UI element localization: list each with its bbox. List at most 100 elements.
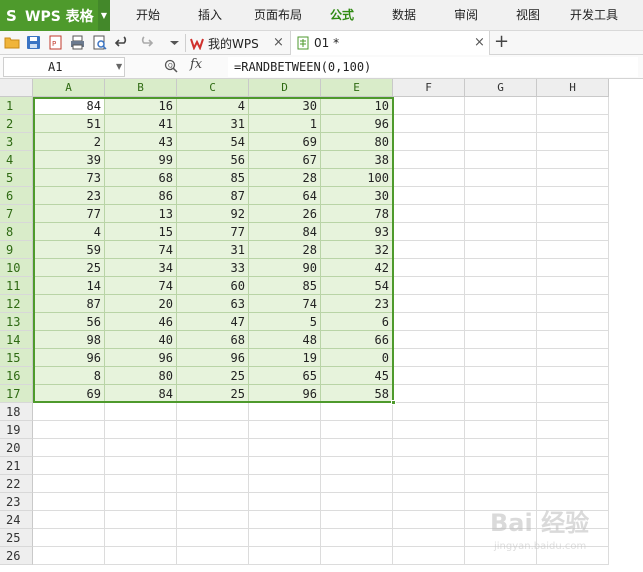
cell-c23[interactable] [177,493,249,511]
undo-icon[interactable] [114,34,131,51]
cell-e25[interactable] [321,529,393,547]
row-header[interactable]: 3 [0,133,33,151]
menu-data[interactable]: 数据 [380,0,428,31]
row-header[interactable]: 11 [0,277,33,295]
cell-a2[interactable]: 51 [33,115,105,133]
cell-a13[interactable]: 56 [33,313,105,331]
formula-input[interactable]: =RANDBETWEEN(0,100) [228,57,638,77]
cell-h20[interactable] [537,439,609,457]
cell-b11[interactable]: 74 [105,277,177,295]
select-all-corner[interactable] [0,79,33,97]
cell-d10[interactable]: 90 [249,259,321,277]
cell-d12[interactable]: 74 [249,295,321,313]
cell-f5[interactable] [393,169,465,187]
cell-e17[interactable]: 58 [321,385,393,403]
cell-f9[interactable] [393,241,465,259]
cell-e11[interactable]: 54 [321,277,393,295]
cell-a16[interactable]: 8 [33,367,105,385]
name-box[interactable]: A1 [3,57,125,77]
row-header[interactable]: 8 [0,223,33,241]
cell-d5[interactable]: 28 [249,169,321,187]
cell-a14[interactable]: 98 [33,331,105,349]
cell-c26[interactable] [177,547,249,565]
cell-c2[interactable]: 31 [177,115,249,133]
cell-h16[interactable] [537,367,609,385]
cell-g14[interactable] [465,331,537,349]
row-header[interactable]: 17 [0,385,33,403]
app-menu-caret-icon[interactable]: ▼ [98,0,110,31]
cell-d24[interactable] [249,511,321,529]
cell-b6[interactable]: 86 [105,187,177,205]
cell-d8[interactable]: 84 [249,223,321,241]
cell-a10[interactable]: 25 [33,259,105,277]
cell-f4[interactable] [393,151,465,169]
cell-e1[interactable]: 10 [321,97,393,115]
cell-e12[interactable]: 23 [321,295,393,313]
row-header[interactable]: 1 [0,97,33,115]
cell-e13[interactable]: 6 [321,313,393,331]
cell-a11[interactable]: 14 [33,277,105,295]
cell-g9[interactable] [465,241,537,259]
cell-a3[interactable]: 2 [33,133,105,151]
cell-d2[interactable]: 1 [249,115,321,133]
row-header[interactable]: 13 [0,313,33,331]
cell-b4[interactable]: 99 [105,151,177,169]
cell-h5[interactable] [537,169,609,187]
cell-d23[interactable] [249,493,321,511]
cell-a7[interactable]: 77 [33,205,105,223]
cell-d16[interactable]: 65 [249,367,321,385]
cell-b21[interactable] [105,457,177,475]
cell-c1[interactable]: 4 [177,97,249,115]
cell-g7[interactable] [465,205,537,223]
cell-b3[interactable]: 43 [105,133,177,151]
cell-f23[interactable] [393,493,465,511]
column-header-c[interactable]: C [177,79,249,97]
cell-f22[interactable] [393,475,465,493]
cell-h22[interactable] [537,475,609,493]
cell-h18[interactable] [537,403,609,421]
cell-g11[interactable] [465,277,537,295]
cell-a9[interactable]: 59 [33,241,105,259]
cell-e4[interactable]: 38 [321,151,393,169]
cell-d3[interactable]: 69 [249,133,321,151]
cell-b16[interactable]: 80 [105,367,177,385]
cell-d26[interactable] [249,547,321,565]
cell-f8[interactable] [393,223,465,241]
cell-f21[interactable] [393,457,465,475]
cell-g6[interactable] [465,187,537,205]
row-header[interactable]: 9 [0,241,33,259]
column-header-a[interactable]: A [33,79,105,97]
cell-e2[interactable]: 96 [321,115,393,133]
cell-b20[interactable] [105,439,177,457]
cell-g20[interactable] [465,439,537,457]
cell-e15[interactable]: 0 [321,349,393,367]
cell-b7[interactable]: 13 [105,205,177,223]
cell-f19[interactable] [393,421,465,439]
add-tab-button[interactable]: + [494,31,509,55]
cell-e19[interactable] [321,421,393,439]
cell-a24[interactable] [33,511,105,529]
cell-f16[interactable] [393,367,465,385]
cell-c25[interactable] [177,529,249,547]
cell-e24[interactable] [321,511,393,529]
cell-c16[interactable]: 25 [177,367,249,385]
cell-f11[interactable] [393,277,465,295]
fill-handle[interactable] [391,400,396,405]
redo-icon[interactable] [137,34,154,51]
cell-c12[interactable]: 63 [177,295,249,313]
cell-c3[interactable]: 54 [177,133,249,151]
save-icon[interactable] [25,34,42,51]
cell-g16[interactable] [465,367,537,385]
cell-h1[interactable] [537,97,609,115]
cell-e7[interactable]: 78 [321,205,393,223]
open-folder-icon[interactable] [4,34,21,51]
cell-b9[interactable]: 74 [105,241,177,259]
row-header[interactable]: 2 [0,115,33,133]
cell-d1[interactable]: 30 [249,97,321,115]
menu-insert[interactable]: 插入 [186,0,234,31]
cell-f10[interactable] [393,259,465,277]
row-header[interactable]: 25 [0,529,33,547]
menu-page-layout[interactable]: 页面布局 [244,0,312,31]
cell-h3[interactable] [537,133,609,151]
cell-c15[interactable]: 96 [177,349,249,367]
